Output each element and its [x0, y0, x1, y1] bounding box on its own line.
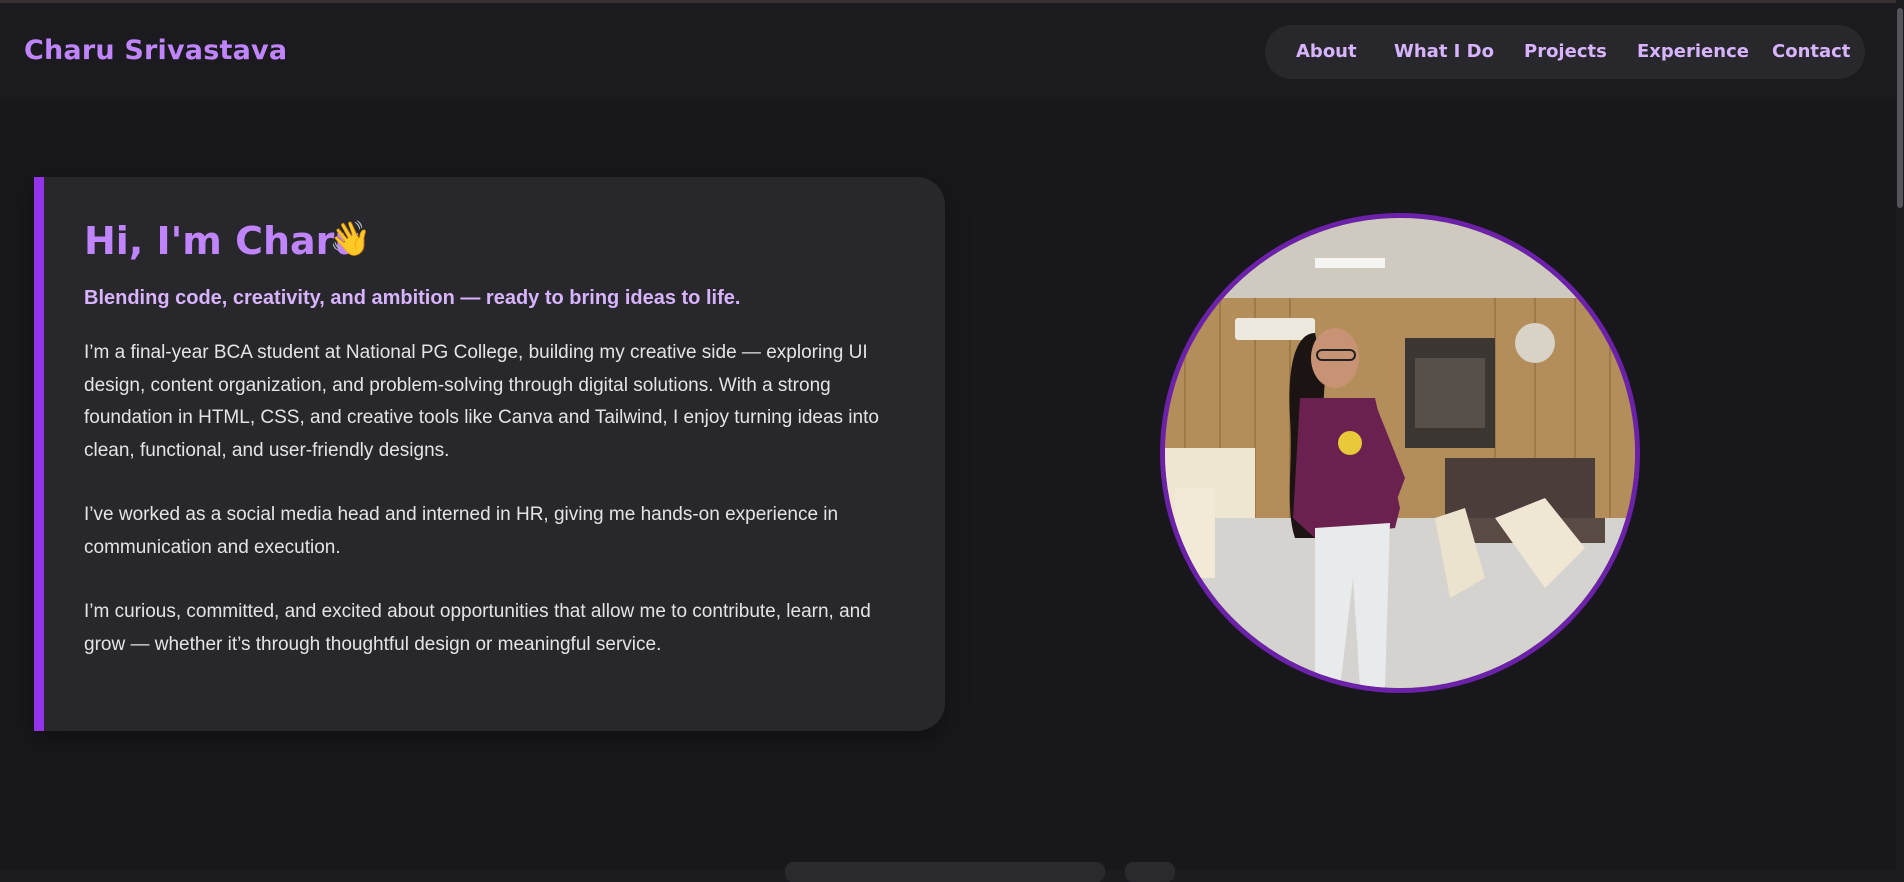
nav-link-about[interactable]: About — [1296, 25, 1357, 79]
nav-link-contact[interactable]: Contact — [1772, 25, 1850, 79]
intro-paragraph-3: I’m curious, committed, and excited abou… — [84, 601, 871, 655]
card-accent-bar — [34, 177, 44, 731]
taskbar-item[interactable] — [785, 862, 1105, 882]
hero-tagline: Blending code, creativity, and ambition … — [84, 287, 741, 309]
profile-photo — [1165, 218, 1635, 688]
intro-card: Hi, I'm Charu 👋 Blending code, creativit… — [34, 177, 945, 731]
brand-logo[interactable]: Charu Srivastava — [24, 35, 287, 66]
nav-menu: About What I Do Projects Experience Cont… — [1265, 25, 1865, 79]
waving-hand-icon: 👋 — [329, 219, 372, 259]
taskbar-item[interactable] — [1125, 862, 1175, 882]
nav-link-experience[interactable]: Experience — [1637, 25, 1749, 79]
nav-link-what-i-do[interactable]: What I Do — [1394, 25, 1494, 79]
intro-paragraph-1: I’m a final-year BCA student at National… — [84, 342, 879, 461]
nav-link-projects[interactable]: Projects — [1524, 25, 1607, 79]
scrollbar-thumb[interactable] — [1897, 8, 1903, 208]
hero-greeting: Hi, I'm Charu — [84, 219, 362, 263]
intro-paragraph-2: I’ve worked as a social media head and i… — [84, 504, 839, 558]
navbar: Charu Srivastava About What I Do Project… — [0, 3, 1900, 97]
profile-photo-frame — [1160, 213, 1640, 693]
